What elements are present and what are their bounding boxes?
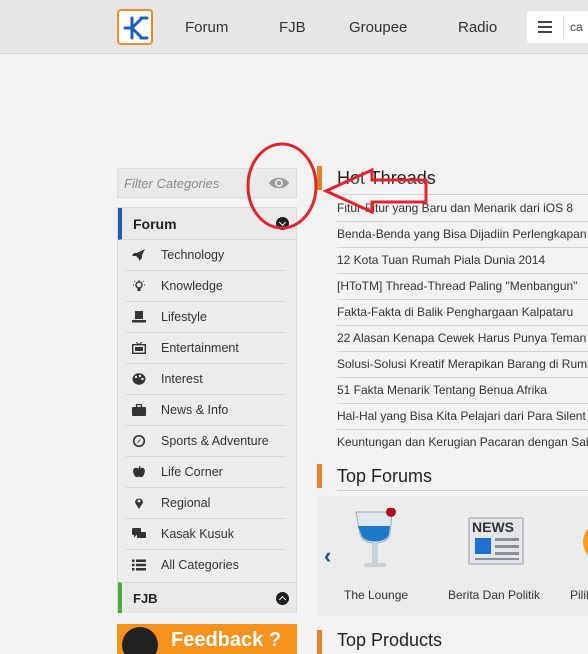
forum-label[interactable]: Berita Dan Politik xyxy=(448,588,540,602)
nav-link-fjb[interactable]: FJB xyxy=(279,19,306,36)
feedback-icon xyxy=(122,627,158,654)
top-navbar: Forum FJB Groupee Radio ca xyxy=(0,0,588,54)
kaskus-logo[interactable] xyxy=(117,9,153,45)
sidebar-item-sports-adventure[interactable]: Sports & Adventure xyxy=(126,426,286,457)
forum-card-berita-dan-politik[interactable]: NEWS xyxy=(467,516,527,566)
bulb-icon xyxy=(133,280,145,291)
sidebar-item-interest[interactable]: Interest xyxy=(126,364,286,395)
hot-threads-title: Hot Threads xyxy=(337,168,436,188)
search-box[interactable]: ca xyxy=(527,11,588,43)
svg-text:NEWS: NEWS xyxy=(472,519,514,535)
section-accent-bar xyxy=(317,166,322,190)
forum-section-header[interactable]: Forum xyxy=(118,208,296,240)
rocket-icon xyxy=(132,249,145,261)
section-accent-bar xyxy=(317,464,322,488)
sidebar-item-regional[interactable]: Regional xyxy=(126,488,286,519)
chevron-up-icon[interactable] xyxy=(276,592,289,605)
thread-link[interactable]: Keuntungan dan Kerugian Pacaran dengan S… xyxy=(337,430,588,456)
fjb-section-header[interactable]: FJB xyxy=(118,582,296,613)
sidebar-item-label: News & Info xyxy=(161,403,229,417)
feedback-button[interactable]: Feedback ? xyxy=(117,624,297,654)
thread-link[interactable]: Fakta-Fakta di Balik Penghargaan Kalpata… xyxy=(337,300,588,326)
sidebar-item-news-info[interactable]: News & Info xyxy=(126,395,286,426)
sidebar-item-label: Knowledge xyxy=(161,279,223,293)
search-input[interactable]: ca xyxy=(570,20,583,34)
lounge-glass-icon xyxy=(355,507,396,567)
fjb-section-label: FJB xyxy=(133,591,158,606)
sidebar-item-label: Regional xyxy=(161,496,211,510)
thread-link[interactable]: Benda-Benda yang Bisa Dijadiin Perlengka… xyxy=(337,222,588,248)
hamburger-menu-icon[interactable] xyxy=(527,11,563,43)
forum-card-the-lounge[interactable] xyxy=(351,507,399,572)
sidebar-item-label: Sports & Adventure xyxy=(161,434,269,448)
sidebar-item-label: All Categories xyxy=(161,558,239,572)
sidebar-item-label: Technology xyxy=(161,248,225,262)
divider xyxy=(337,490,588,491)
pin-icon xyxy=(135,498,143,509)
sidebar-item-technology[interactable]: Technology xyxy=(126,240,286,271)
eye-icon[interactable] xyxy=(268,175,290,191)
section-accent-bar xyxy=(317,630,322,654)
nav-link-groupee[interactable]: Groupee xyxy=(349,19,407,36)
nav-link-radio[interactable]: Radio xyxy=(458,19,497,36)
thread-link[interactable]: Hal-Hal yang Bisa Kita Pelajari dari Par… xyxy=(337,404,588,430)
thread-link[interactable]: Solusi-Solusi Kreatif Merapikan Barang d… xyxy=(337,352,588,378)
palette-icon xyxy=(132,373,146,385)
forum-label[interactable]: The Lounge xyxy=(344,588,408,602)
forum-label[interactable]: Pilih xyxy=(570,588,588,602)
sidebar-item-label: Lifestyle xyxy=(161,310,207,324)
chevron-down-icon[interactable] xyxy=(276,217,289,230)
k-logo-icon xyxy=(123,16,149,40)
sidebar-item-all-categories[interactable]: All Categories xyxy=(126,550,286,581)
thread-link[interactable]: 22 Alasan Kenapa Cewek Harus Punya Teman xyxy=(337,326,588,352)
thread-link[interactable]: Fitur-Fitur yang Baru dan Menarik dari i… xyxy=(337,196,588,222)
sidebar-item-kasak-kusuk[interactable]: Kasak Kusuk xyxy=(126,519,286,550)
thread-link[interactable]: [HToTM] Thread-Thread Paling "Menbangun" xyxy=(337,274,588,300)
filter-categories-input[interactable]: Filter Categories xyxy=(117,168,297,198)
sidebar-item-label: Kasak Kusuk xyxy=(161,527,234,541)
sidebar-item-knowledge[interactable]: Knowledge xyxy=(126,271,286,302)
sidebar-item-label: Interest xyxy=(161,372,203,386)
top-forums-carousel: ‹ The Lounge NEWS Berita Dan Politik Pil… xyxy=(317,496,588,616)
nav-link-forum[interactable]: Forum xyxy=(185,19,228,36)
compass-icon xyxy=(132,435,146,447)
sidebar-item-label: Entertainment xyxy=(161,341,239,355)
sidebar-item-entertainment[interactable]: Entertainment xyxy=(126,333,286,364)
sidebar-item-life-corner[interactable]: Life Corner xyxy=(126,457,286,488)
list-icon xyxy=(132,559,146,571)
forum-section-label: Forum xyxy=(133,216,177,232)
feedback-label: Feedback ? xyxy=(171,629,282,651)
filter-placeholder: Filter Categories xyxy=(124,176,220,191)
divider xyxy=(563,16,564,38)
thread-link[interactable]: 12 Kota Tuan Rumah Piala Dunia 2014 xyxy=(337,248,588,274)
top-forums-title: Top Forums xyxy=(337,466,433,486)
forum-card-pilih[interactable] xyxy=(580,518,588,568)
ballot-icon xyxy=(583,528,588,556)
hat-icon xyxy=(132,311,146,323)
sidebar-item-label: Life Corner xyxy=(161,465,223,479)
chevron-left-icon[interactable]: ‹ xyxy=(324,543,331,569)
briefcase-icon xyxy=(132,404,146,416)
divider xyxy=(337,194,588,195)
tv-icon xyxy=(132,342,146,354)
sidebar-item-lifestyle[interactable]: Lifestyle xyxy=(126,302,286,333)
chat-icon xyxy=(132,528,146,538)
apple-icon xyxy=(133,466,145,478)
thread-link[interactable]: 51 Fakta Menarik Tentang Benua Afrika xyxy=(337,378,588,404)
category-sidebar: Forum Technology Knowledge Lifestyle Ent… xyxy=(117,207,297,613)
top-products-title: Top Products xyxy=(337,630,443,650)
newspaper-icon: NEWS xyxy=(468,517,524,565)
